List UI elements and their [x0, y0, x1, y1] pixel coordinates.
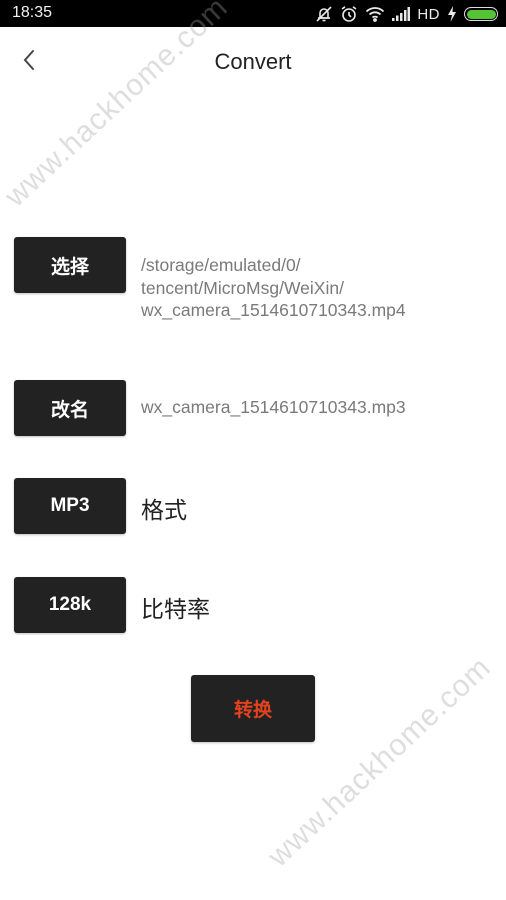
format-label: 格式 — [141, 497, 187, 523]
wifi-icon — [365, 6, 385, 22]
convert-button[interactable]: 转换 — [191, 675, 315, 742]
output-filename: wx_camera_1514610710343.mp3 — [141, 397, 406, 417]
battery-icon — [464, 7, 498, 21]
source-path: /storage/emulated/0/ tencent/MicroMsg/We… — [141, 254, 481, 322]
notifications-off-icon — [315, 5, 333, 23]
status-icons: HD — [315, 3, 498, 25]
page-title: Convert — [214, 49, 292, 74]
status-bar: 18:35 HD — [0, 0, 506, 27]
select-file-button[interactable]: 选择 — [14, 237, 126, 293]
signal-icon — [392, 7, 411, 21]
battery-level — [466, 9, 496, 19]
charging-icon — [447, 6, 457, 22]
source-path-line: /storage/emulated/0/ — [141, 255, 301, 275]
format-button[interactable]: MP3 — [14, 478, 126, 534]
source-path-line: wx_camera_1514610710343.mp4 — [141, 300, 406, 320]
rename-button[interactable]: 改名 — [14, 380, 126, 436]
app-header: Convert — [0, 27, 506, 99]
status-time: 18:35 — [12, 4, 53, 21]
bitrate-button[interactable]: 128k — [14, 577, 126, 633]
network-type-label: HD — [417, 5, 440, 23]
alarm-icon — [340, 5, 358, 23]
bitrate-label: 比特率 — [141, 596, 210, 622]
source-path-line: tencent/MicroMsg/WeiXin/ — [141, 277, 344, 298]
